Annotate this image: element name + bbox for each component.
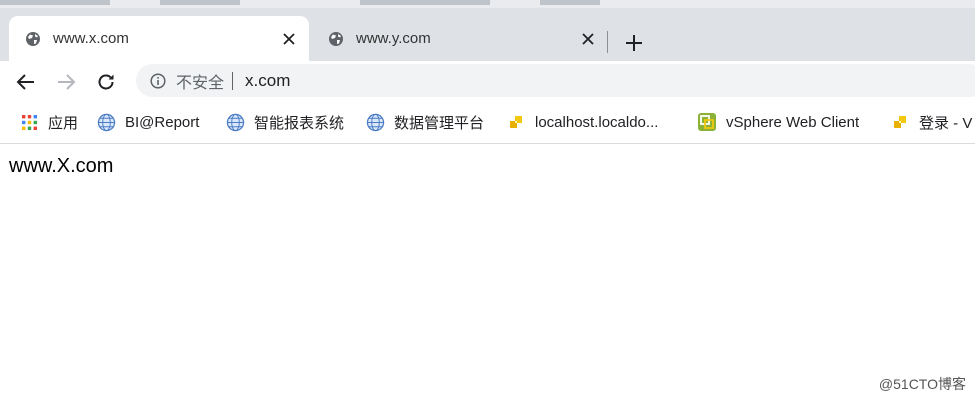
bookmark-login[interactable]: 登录 - V xyxy=(890,111,972,133)
vsphere-icon xyxy=(697,112,717,132)
bookmark-label: localhost.localdo... xyxy=(535,113,659,131)
globe-icon xyxy=(96,112,116,132)
security-label[interactable]: 不安全 xyxy=(176,69,224,93)
bookmark-label: vSphere Web Client xyxy=(726,113,860,131)
bookmark-label: 数据管理平台 xyxy=(394,114,485,132)
address-bar[interactable]: 不安全 x.com xyxy=(136,64,975,97)
globe-icon xyxy=(365,112,385,132)
info-icon[interactable] xyxy=(150,72,166,89)
new-tab-button[interactable] xyxy=(622,31,646,55)
apps-grid-icon xyxy=(19,112,39,132)
tab-www-x[interactable]: www.x.com xyxy=(9,16,309,61)
forward-arrow-icon xyxy=(58,74,76,90)
bookmark-vsphere[interactable]: vSphere Web Client xyxy=(697,111,859,133)
cube-icon xyxy=(890,112,910,132)
globe-icon xyxy=(25,31,41,47)
tab-separator xyxy=(607,31,608,53)
close-tab-icon[interactable] xyxy=(578,29,598,49)
bookmark-data-platform[interactable]: 数据管理平台 xyxy=(365,111,484,133)
back-arrow-icon xyxy=(16,74,34,90)
back-button[interactable] xyxy=(14,70,38,94)
bookmark-label: 应用 xyxy=(48,114,79,132)
navigation-toolbar: 不安全 x.com xyxy=(0,61,975,101)
reload-icon xyxy=(98,74,114,90)
bookmark-localhost[interactable]: localhost.localdo... xyxy=(506,111,658,133)
bookmark-smart-report[interactable]: 智能报表系统 xyxy=(225,111,344,133)
watermark: @51CTO博客 xyxy=(878,376,966,392)
bookmark-label: BI@Report xyxy=(125,113,200,131)
tab-www-y[interactable]: www.y.com xyxy=(312,16,608,61)
page-body-text: www.X.com xyxy=(9,155,114,177)
reload-button[interactable] xyxy=(94,70,118,94)
plus-icon xyxy=(626,35,642,51)
tab-title: www.x.com xyxy=(53,30,129,47)
tab-title: www.y.com xyxy=(356,30,431,47)
globe-icon xyxy=(328,31,344,47)
globe-icon xyxy=(225,112,245,132)
bookmark-label: 登录 - V xyxy=(919,114,973,132)
url-text[interactable]: x.com xyxy=(245,71,290,91)
bookmarks-bar: 应用 BI@Report 智能报表系统 数据管理平台 localhost.loc… xyxy=(0,101,975,144)
forward-button[interactable] xyxy=(54,70,78,94)
close-tab-icon[interactable] xyxy=(279,29,299,49)
omnibox-divider xyxy=(232,71,234,90)
bookmark-label: 智能报表系统 xyxy=(254,114,345,132)
bookmark-apps[interactable]: 应用 xyxy=(19,111,78,133)
bookmark-bi-report[interactable]: BI@Report xyxy=(96,111,199,133)
tab-strip: www.x.com www.y.com xyxy=(0,8,975,61)
cube-icon xyxy=(506,112,526,132)
